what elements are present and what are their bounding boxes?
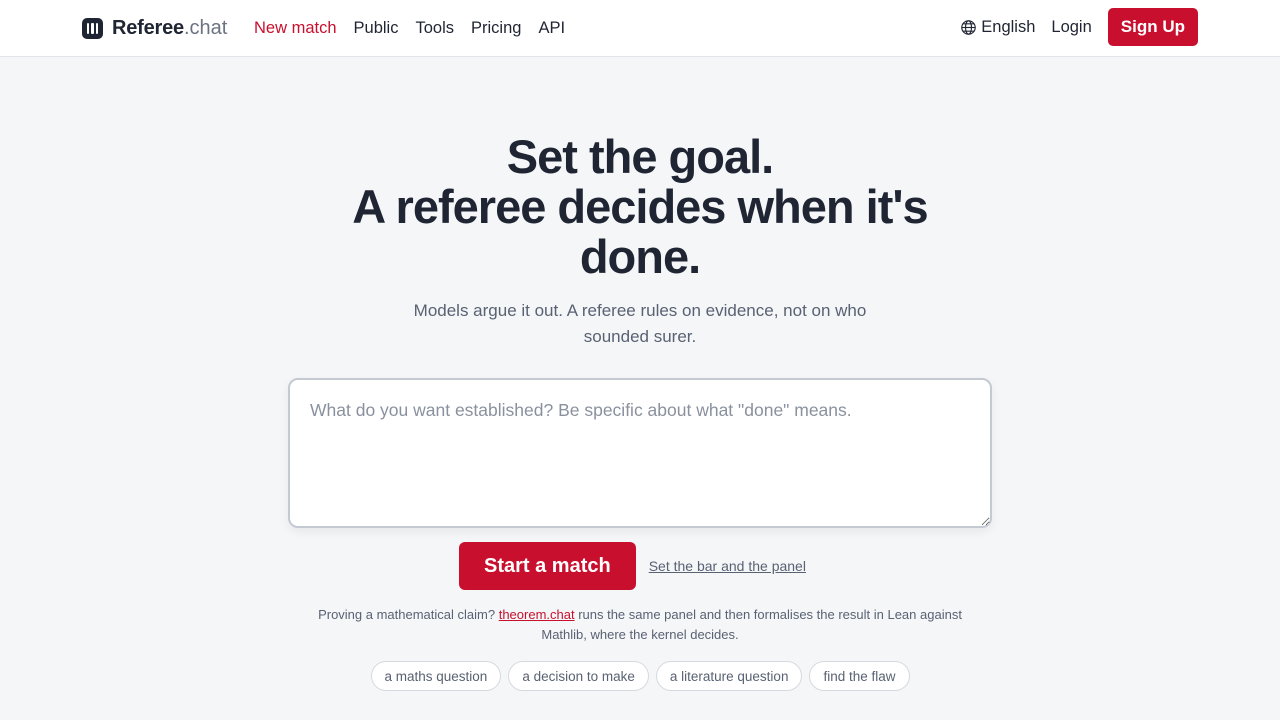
set-bar-and-panel-link[interactable]: Set the bar and the panel	[649, 558, 806, 574]
theorem-chat-link[interactable]: theorem.chat	[499, 607, 575, 622]
hero-section: Set the goal. A referee decides when it'…	[0, 132, 1280, 350]
hero-subtitle: Models argue it out. A referee rules on …	[413, 301, 867, 346]
globe-icon	[961, 19, 977, 35]
chip-decision-to-make[interactable]: a decision to make	[508, 661, 649, 691]
hero-title-line-2: A referee decides when it's	[352, 180, 928, 233]
chip-literature-question[interactable]: a literature question	[655, 661, 803, 691]
start-match-button[interactable]: Start a match	[459, 542, 636, 590]
brand-logo-icon	[82, 17, 103, 39]
brand-logo-link[interactable]: Referee .chat	[82, 16, 227, 40]
chip-find-the-flaw[interactable]: find the flaw	[809, 661, 910, 691]
sign-up-button[interactable]: Sign Up	[1107, 8, 1198, 46]
login-link[interactable]: Login	[1051, 18, 1091, 37]
top-navigation-bar: Referee .chat New match Public Tools Pri…	[0, 0, 1280, 57]
header-actions: English Login Sign Up	[960, 8, 1198, 46]
nav-pricing[interactable]: Pricing	[471, 17, 521, 39]
nav-new-match[interactable]: New match	[254, 17, 337, 39]
hero-title-line-3: done.	[579, 230, 701, 283]
nav-public[interactable]: Public	[354, 17, 399, 39]
nav-tools[interactable]: Tools	[415, 17, 454, 39]
language-selector[interactable]: English	[960, 18, 1035, 37]
example-prompt-chips: a maths question a decision to make a li…	[0, 661, 1280, 691]
brand-tld: .chat	[183, 16, 228, 39]
chip-maths-question[interactable]: a maths question	[370, 661, 502, 691]
brand-name: Referee	[112, 16, 184, 39]
theorem-note-after: runs the same panel and then formalises …	[541, 607, 962, 642]
composer-actions: Start a match Set the bar and the panel	[459, 542, 806, 590]
main-nav: New match Public Tools Pricing API	[254, 17, 565, 39]
goal-input[interactable]	[290, 380, 990, 526]
goal-composer	[288, 378, 992, 528]
theorem-note: Proving a mathematical claim? theorem.ch…	[300, 605, 980, 644]
hero-title-line-1: Set the goal.	[506, 130, 774, 183]
language-label: English	[981, 17, 1036, 36]
nav-api[interactable]: API	[538, 17, 565, 39]
hero-title: Set the goal. A referee decides when it'…	[0, 132, 1280, 282]
theorem-note-before: Proving a mathematical claim?	[318, 607, 499, 622]
